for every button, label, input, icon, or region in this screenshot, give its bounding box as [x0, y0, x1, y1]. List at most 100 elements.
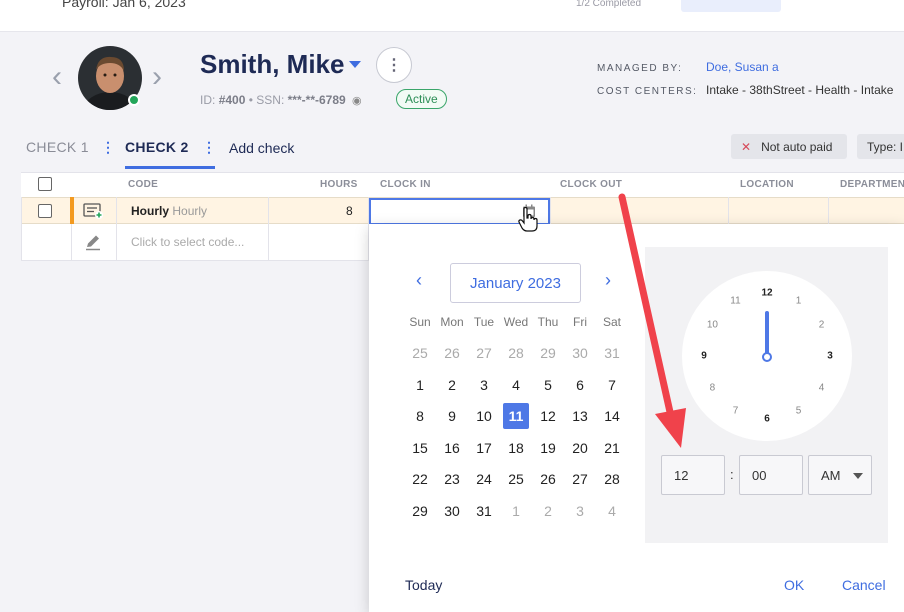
employee-meta: ID: #400 • SSN: ***-**-6789 ◉ — [200, 93, 362, 107]
minute-input[interactable]: 00 — [739, 455, 803, 495]
calendar-day[interactable]: 27 — [564, 464, 596, 496]
calendar-day[interactable]: 20 — [564, 432, 596, 464]
status-badge: Active — [396, 89, 447, 109]
next-employee-chevron-icon[interactable]: › — [152, 62, 162, 92]
calendar-day[interactable]: 18 — [500, 432, 532, 464]
calendar-day[interactable]: 31 — [468, 495, 500, 527]
tab-check-2[interactable]: CHECK 2 — [125, 139, 189, 155]
calendar-day[interactable]: 21 — [596, 432, 628, 464]
calendar-day[interactable]: 3 — [564, 495, 596, 527]
calendar-day[interactable]: 10 — [468, 401, 500, 433]
calendar-day[interactable]: 29 — [532, 338, 564, 370]
calendar-day[interactable]: 16 — [436, 432, 468, 464]
calendar-day[interactable]: 4 — [500, 369, 532, 401]
hand-cursor-icon — [518, 207, 538, 232]
check-1-options-icon[interactable]: ⋮ — [101, 139, 115, 156]
clock-number[interactable]: 3 — [827, 351, 833, 362]
calendar-day[interactable]: 25 — [404, 338, 436, 370]
column-header-code: CODE — [128, 179, 159, 190]
clock-face[interactable]: 12 1 2 3 4 5 6 7 8 9 10 11 — [682, 271, 852, 441]
calendar-day[interactable]: 30 — [564, 338, 596, 370]
calendar-day[interactable]: 3 — [468, 369, 500, 401]
calendar-day[interactable]: 7 — [596, 369, 628, 401]
calendar-day[interactable]: 9 — [436, 401, 468, 433]
calendar-day[interactable]: 25 — [500, 464, 532, 496]
calendar-day[interactable]: 6 — [564, 369, 596, 401]
type-chip[interactable]: Type: I — [857, 134, 904, 159]
calendar-day[interactable]: 8 — [404, 401, 436, 433]
online-status-dot — [128, 94, 140, 106]
check-2-options-icon[interactable]: ⋮ — [202, 139, 216, 156]
prev-employee-chevron-icon[interactable]: ‹ — [52, 62, 62, 92]
calendar-day[interactable]: 28 — [596, 464, 628, 496]
column-header-hours: HOURS — [320, 179, 358, 190]
today-button[interactable]: Today — [405, 577, 442, 593]
managed-by-link[interactable]: Doe, Susan a — [706, 60, 779, 74]
hours-value[interactable]: 8 — [346, 204, 353, 218]
calendar-day[interactable]: 12 — [532, 401, 564, 433]
cancel-button[interactable]: Cancel — [842, 577, 886, 593]
weekday-header: Sun — [409, 314, 431, 329]
calendar-day[interactable]: 24 — [468, 464, 500, 496]
ampm-select[interactable]: AM — [808, 455, 872, 495]
column-divider — [268, 197, 269, 261]
calendar-day[interactable]: 5 — [532, 369, 564, 401]
calendar-day-selected[interactable]: 11 — [500, 401, 532, 433]
calendar-day[interactable]: 1 — [404, 369, 436, 401]
cost-centers-label: COST CENTERS: — [597, 86, 698, 97]
eye-icon[interactable]: ◉ — [352, 94, 362, 107]
row-checkbox[interactable] — [38, 204, 52, 218]
table-border — [21, 197, 22, 261]
calendar-day[interactable]: 30 — [436, 495, 468, 527]
clock-number[interactable]: 6 — [764, 414, 770, 425]
next-month-chevron-icon[interactable]: › — [605, 270, 611, 291]
calendar-day[interactable]: 2 — [532, 495, 564, 527]
calendar-day[interactable]: 13 — [564, 401, 596, 433]
clock-number[interactable]: 10 — [707, 319, 718, 330]
hour-input[interactable]: 12 — [661, 455, 725, 495]
calendar-day[interactable]: 14 — [596, 401, 628, 433]
clock-number[interactable]: 4 — [819, 382, 825, 393]
calendar-day[interactable]: 26 — [436, 338, 468, 370]
add-note-icon[interactable] — [83, 203, 103, 219]
clock-number[interactable]: 1 — [796, 296, 802, 307]
employee-more-options-button[interactable]: ⋮ — [376, 47, 412, 83]
clock-number[interactable]: 7 — [733, 405, 739, 416]
employee-dropdown-caret-icon[interactable] — [349, 61, 361, 68]
clock-number[interactable]: 5 — [796, 405, 802, 416]
select-all-checkbox[interactable] — [38, 177, 52, 191]
select-code-placeholder[interactable]: Click to select code... — [131, 235, 244, 249]
code-cell[interactable]: Hourly Hourly — [131, 204, 207, 218]
calendar-day[interactable]: 4 — [596, 495, 628, 527]
close-icon[interactable]: ✕ — [741, 140, 751, 154]
add-check-button[interactable]: Add check — [229, 140, 294, 156]
calendar-day[interactable]: 2 — [436, 369, 468, 401]
clock-number[interactable]: 2 — [819, 319, 825, 330]
calendar-day[interactable]: 19 — [532, 432, 564, 464]
ssn-label: SSN: — [256, 93, 285, 107]
calendar-day[interactable]: 29 — [404, 495, 436, 527]
clock-number[interactable]: 9 — [701, 351, 707, 362]
calendar-day[interactable]: 1 — [500, 495, 532, 527]
calendar-day[interactable]: 28 — [500, 338, 532, 370]
not-auto-paid-chip[interactable]: ✕ Not auto paid — [731, 134, 847, 159]
ok-button[interactable]: OK — [784, 577, 804, 593]
clock-number[interactable]: 8 — [710, 382, 716, 393]
tab-check-1[interactable]: CHECK 1 — [26, 139, 89, 155]
clock-number[interactable]: 11 — [730, 296, 740, 307]
time-separator: : — [730, 467, 734, 482]
calendar-day[interactable]: 31 — [596, 338, 628, 370]
column-divider — [550, 197, 551, 224]
calendar-day[interactable]: 15 — [404, 432, 436, 464]
clock-hour-hand[interactable] — [765, 311, 769, 356]
pencil-icon[interactable] — [84, 233, 102, 251]
calendar-day[interactable]: 23 — [436, 464, 468, 496]
clock-number[interactable]: 12 — [761, 288, 772, 299]
month-selector-button[interactable]: January 2023 — [450, 263, 581, 303]
calendar-day[interactable]: 27 — [468, 338, 500, 370]
calendar-day[interactable]: 17 — [468, 432, 500, 464]
calendar-day[interactable]: 26 — [532, 464, 564, 496]
prev-month-chevron-icon[interactable]: ‹ — [416, 270, 422, 291]
calendar-day[interactable]: 22 — [404, 464, 436, 496]
progress-indicator — [681, 0, 781, 12]
